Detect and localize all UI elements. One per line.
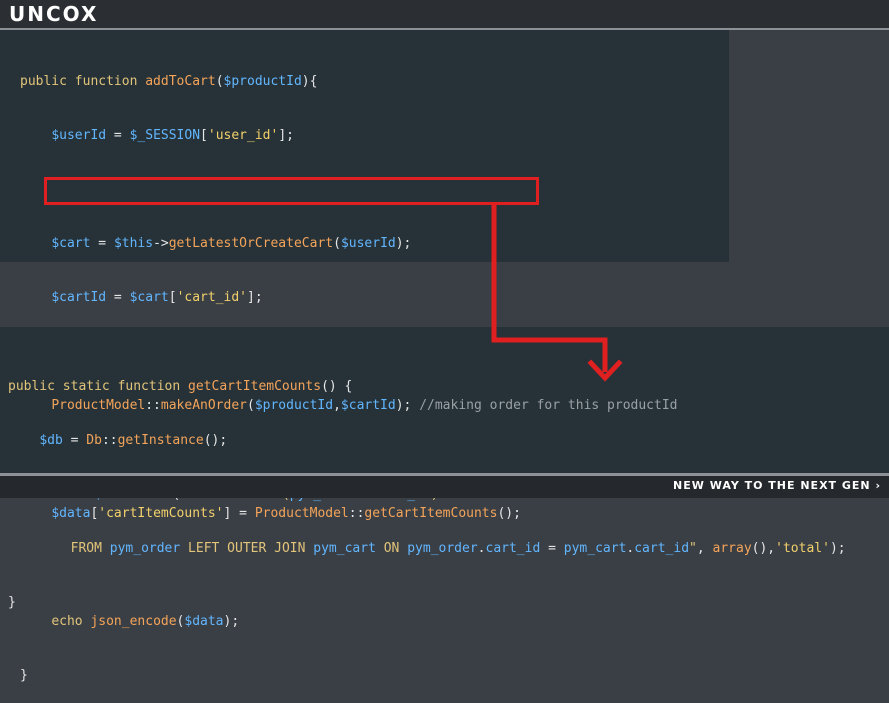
code-token: pym_order (109, 541, 181, 556)
code-line: } (8, 594, 846, 612)
code-token: 'total' (775, 541, 830, 556)
code-token: pym_order (407, 541, 478, 556)
connector-arrow (491, 205, 623, 382)
code-token: ); (829, 541, 846, 556)
footer-tagline: NEW WAY TO THE NEXT GEN › (673, 479, 881, 492)
code-token: = (540, 541, 564, 556)
code-token: FROM (70, 541, 110, 556)
code-token: pym_cart (563, 541, 627, 556)
code-token: cart_id (485, 541, 541, 556)
footer-bar: NEW WAY TO THE NEXT GEN › (0, 476, 889, 498)
code-token: ON (375, 541, 408, 556)
code-token: . (626, 541, 635, 556)
code-line: FROM pym_order LEFT OUTER JOIN pym_cart … (8, 540, 846, 558)
code-token: . (477, 541, 486, 556)
code-token: array (712, 541, 752, 556)
connector-arrow-line (491, 205, 608, 372)
code-token: , (696, 541, 713, 556)
code-token: LEFT OUTER JOIN (180, 541, 314, 556)
code-line: } (20, 667, 677, 685)
code-token: (), (751, 541, 776, 556)
code-token: " (689, 541, 697, 556)
code-token: } (8, 595, 16, 610)
code-token: cart_id (634, 541, 690, 556)
code-token: } (20, 668, 28, 683)
code-token: pym_cart (313, 541, 376, 556)
